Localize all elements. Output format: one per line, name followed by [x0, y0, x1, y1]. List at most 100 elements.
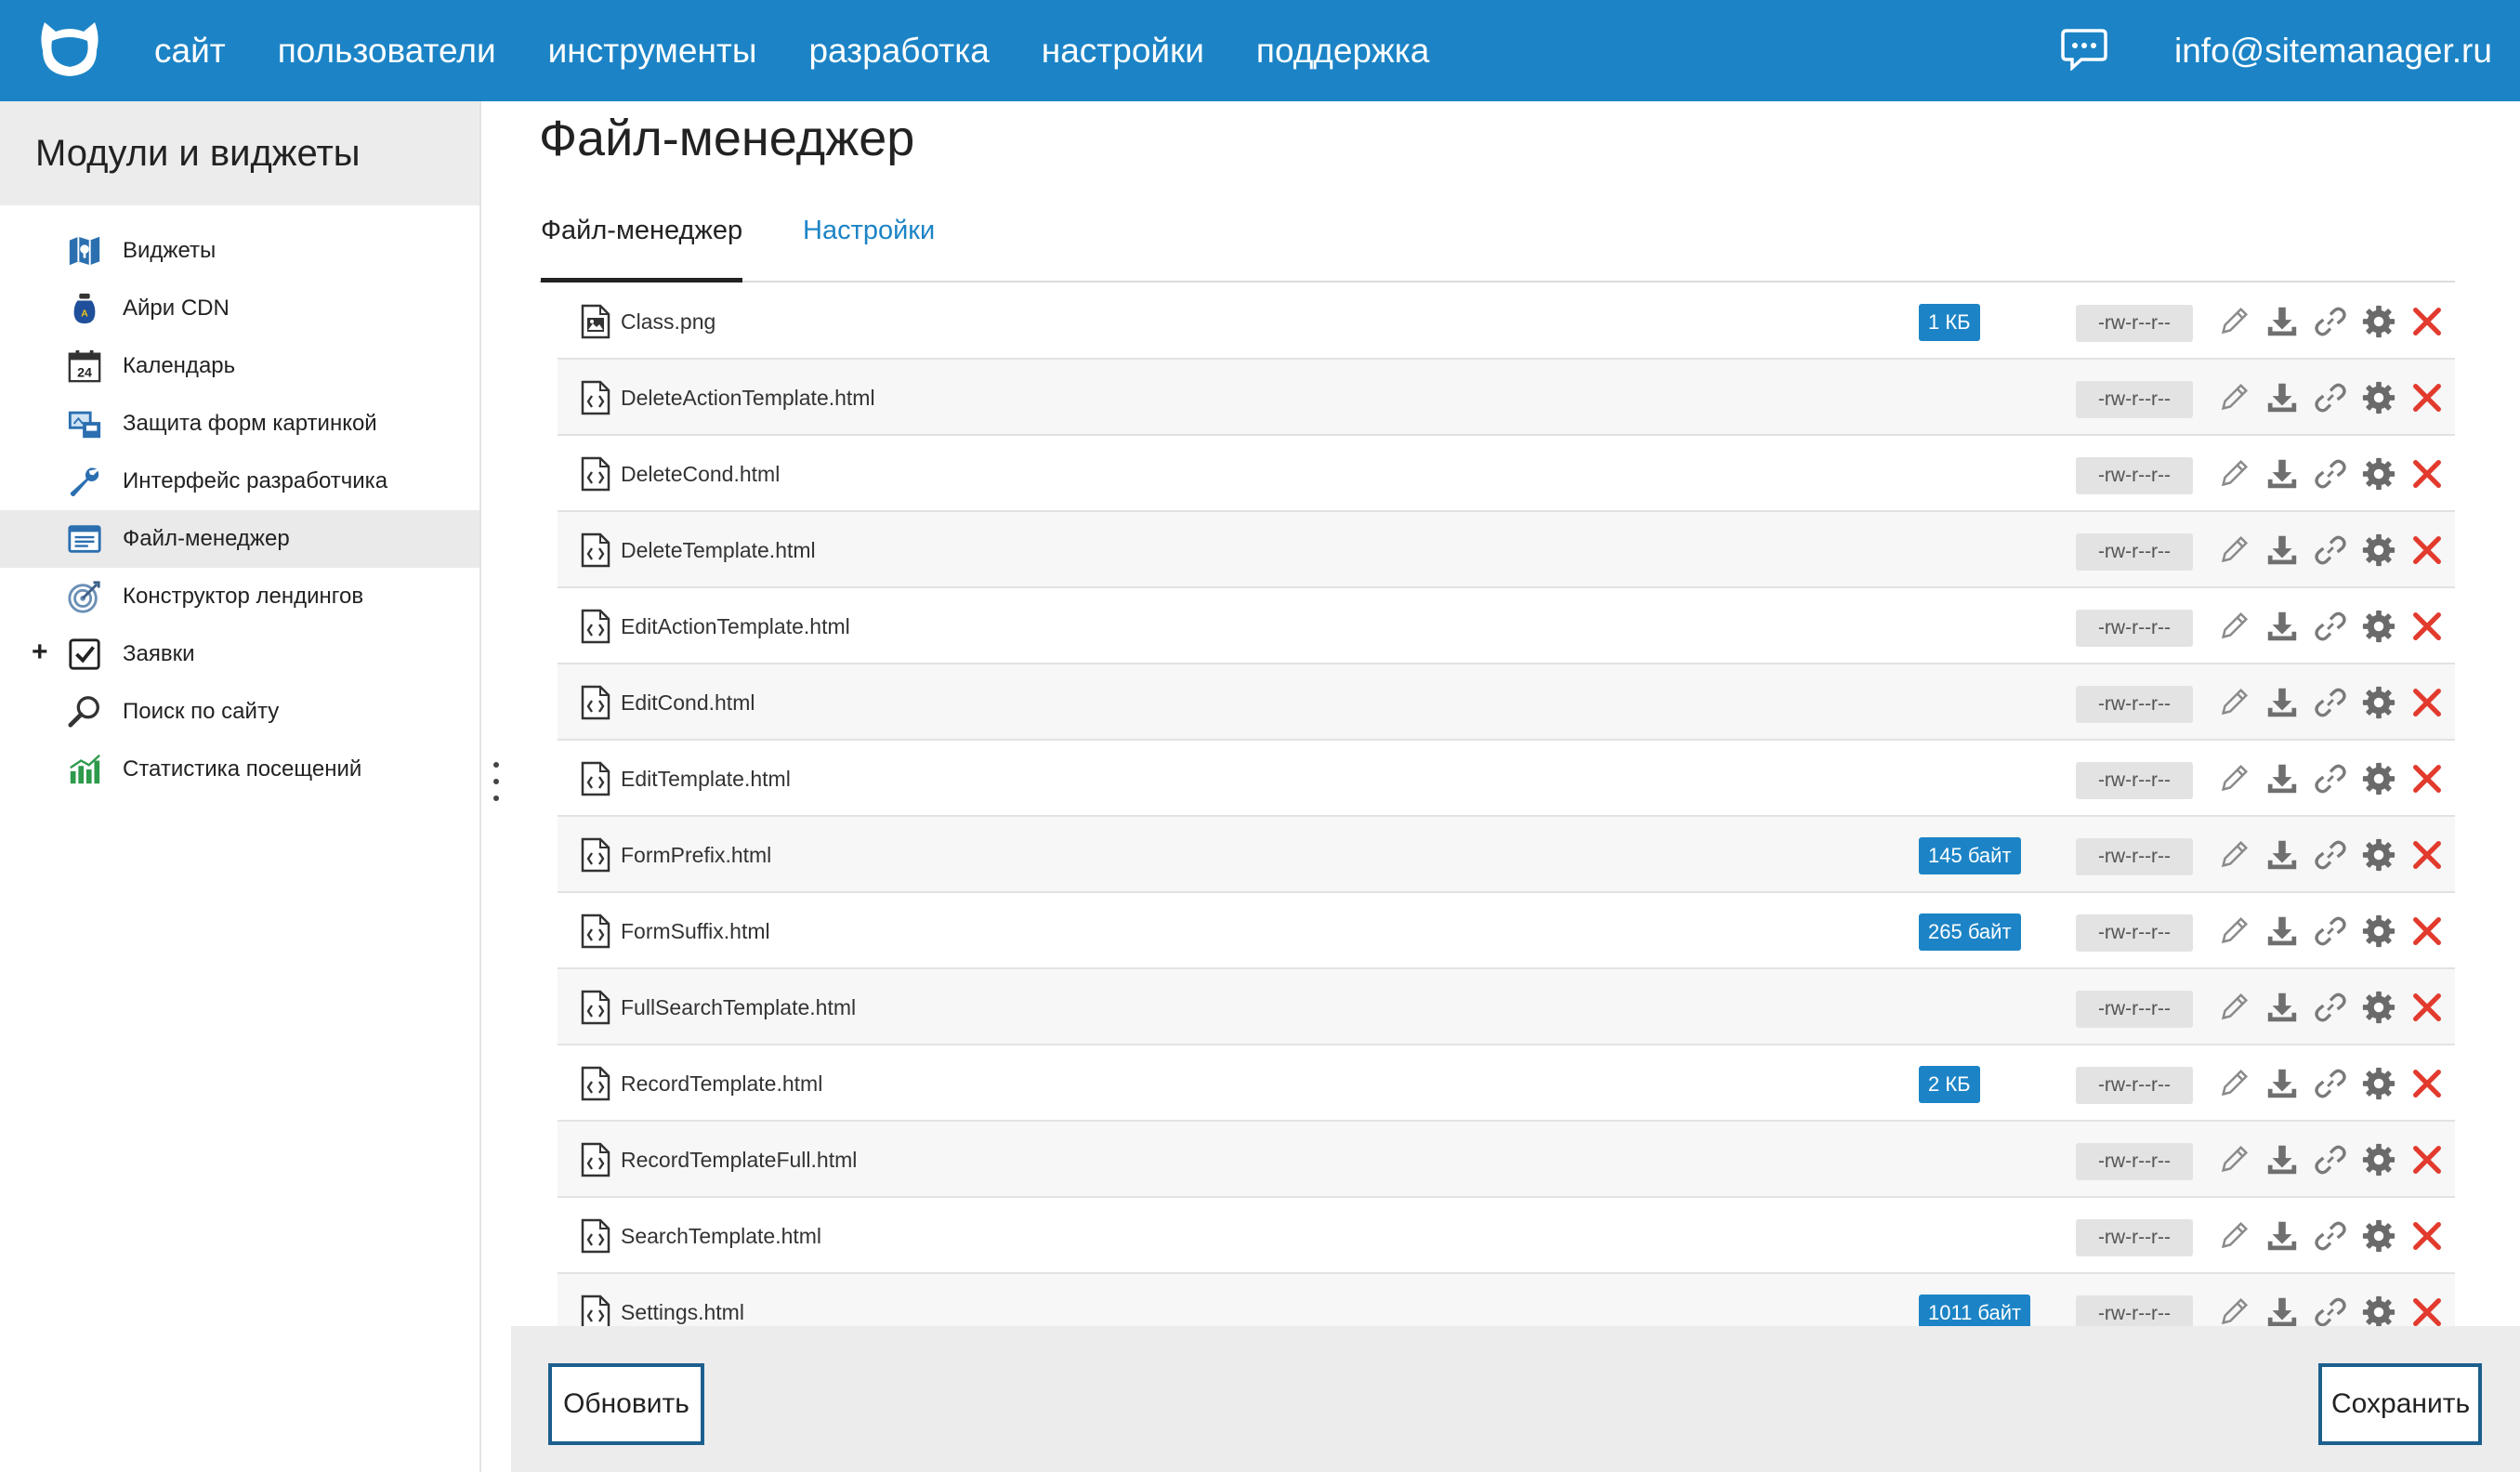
pencil-icon[interactable]	[2215, 835, 2252, 874]
gear-icon[interactable]	[2360, 607, 2397, 646]
file-permissions-badge[interactable]: -rw-r--r--	[2076, 381, 2193, 418]
link-icon[interactable]	[2312, 683, 2349, 722]
delete-x-icon[interactable]	[2408, 1064, 2446, 1103]
file-row[interactable]: FormSuffix.html 265 байт -rw-r--r--	[558, 893, 2455, 969]
gear-icon[interactable]	[2360, 988, 2397, 1027]
delete-x-icon[interactable]	[2408, 454, 2446, 493]
link-icon[interactable]	[2312, 531, 2349, 570]
gear-icon[interactable]	[2360, 912, 2397, 951]
download-icon[interactable]	[2264, 1140, 2301, 1179]
download-icon[interactable]	[2264, 759, 2301, 798]
gear-icon[interactable]	[2360, 759, 2397, 798]
gear-icon[interactable]	[2360, 1140, 2397, 1179]
download-icon[interactable]	[2264, 378, 2301, 417]
link-icon[interactable]	[2312, 302, 2349, 341]
sidebar-item-0[interactable]: Виджеты	[0, 222, 479, 280]
file-name[interactable]: EditTemplate.html	[621, 741, 791, 817]
nav-item-1[interactable]: пользователи	[278, 32, 496, 71]
file-row[interactable]: EditActionTemplate.html -rw-r--r--	[558, 588, 2455, 664]
sidebar-item-1[interactable]: A Айри CDN	[0, 280, 479, 337]
sidebar-item-5[interactable]: Файл-менеджер	[0, 510, 479, 568]
link-icon[interactable]	[2312, 607, 2349, 646]
download-icon[interactable]	[2264, 912, 2301, 951]
download-icon[interactable]	[2264, 1293, 2301, 1326]
download-icon[interactable]	[2264, 988, 2301, 1027]
nav-item-3[interactable]: разработка	[808, 32, 989, 71]
file-name[interactable]: FullSearchTemplate.html	[621, 969, 856, 1045]
sidebar-item-9[interactable]: Статистика посещений	[0, 741, 479, 798]
delete-x-icon[interactable]	[2408, 302, 2446, 341]
delete-x-icon[interactable]	[2408, 683, 2446, 722]
link-icon[interactable]	[2312, 1140, 2349, 1179]
delete-x-icon[interactable]	[2408, 531, 2446, 570]
gear-icon[interactable]	[2360, 531, 2397, 570]
gear-icon[interactable]	[2360, 454, 2397, 493]
pencil-icon[interactable]	[2215, 1216, 2252, 1255]
pencil-icon[interactable]	[2215, 683, 2252, 722]
file-name[interactable]: DeleteActionTemplate.html	[621, 360, 875, 436]
pencil-icon[interactable]	[2215, 759, 2252, 798]
file-permissions-badge[interactable]: -rw-r--r--	[2076, 1295, 2193, 1326]
file-permissions-badge[interactable]: -rw-r--r--	[2076, 610, 2193, 647]
sidebar-item-7[interactable]: + Заявки	[0, 625, 479, 683]
sidebar-item-8[interactable]: Поиск по сайту	[0, 683, 479, 741]
file-row[interactable]: RecordTemplate.html 2 КБ -rw-r--r--	[558, 1045, 2455, 1122]
file-permissions-badge[interactable]: -rw-r--r--	[2076, 305, 2193, 342]
tab-file-manager[interactable]: Файл-менеджер	[541, 199, 743, 283]
file-name[interactable]: RecordTemplateFull.html	[621, 1122, 857, 1198]
sidebar-item-6[interactable]: Конструктор лендингов	[0, 568, 479, 625]
file-row[interactable]: DeleteCond.html -rw-r--r--	[558, 436, 2455, 512]
gear-icon[interactable]	[2360, 1293, 2397, 1326]
file-name[interactable]: DeleteCond.html	[621, 436, 780, 512]
file-row[interactable]: DeleteTemplate.html -rw-r--r--	[558, 512, 2455, 588]
delete-x-icon[interactable]	[2408, 607, 2446, 646]
delete-x-icon[interactable]	[2408, 912, 2446, 951]
file-row[interactable]: Class.png 1 КБ -rw-r--r--	[558, 283, 2455, 360]
pencil-icon[interactable]	[2215, 912, 2252, 951]
link-icon[interactable]	[2312, 988, 2349, 1027]
download-icon[interactable]	[2264, 683, 2301, 722]
pencil-icon[interactable]	[2215, 1064, 2252, 1103]
delete-x-icon[interactable]	[2408, 1140, 2446, 1179]
expand-plus-icon[interactable]: +	[32, 638, 48, 666]
file-name[interactable]: RecordTemplate.html	[621, 1045, 822, 1122]
gear-icon[interactable]	[2360, 302, 2397, 341]
tab-settings[interactable]: Настройки	[803, 199, 935, 283]
download-icon[interactable]	[2264, 454, 2301, 493]
delete-x-icon[interactable]	[2408, 835, 2446, 874]
download-icon[interactable]	[2264, 531, 2301, 570]
pencil-icon[interactable]	[2215, 1293, 2252, 1326]
nav-item-0[interactable]: сайт	[154, 32, 226, 71]
nav-item-5[interactable]: поддержка	[1256, 32, 1429, 71]
link-icon[interactable]	[2312, 1216, 2349, 1255]
file-permissions-badge[interactable]: -rw-r--r--	[2076, 457, 2193, 494]
file-permissions-badge[interactable]: -rw-r--r--	[2076, 991, 2193, 1028]
file-name[interactable]: FormPrefix.html	[621, 817, 771, 893]
chat-bubble-icon[interactable]	[2061, 28, 2107, 71]
download-icon[interactable]	[2264, 835, 2301, 874]
link-icon[interactable]	[2312, 454, 2349, 493]
file-row[interactable]: FullSearchTemplate.html -rw-r--r--	[558, 969, 2455, 1045]
sidebar-item-2[interactable]: 24 Календарь	[0, 337, 479, 395]
download-icon[interactable]	[2264, 1216, 2301, 1255]
file-permissions-badge[interactable]: -rw-r--r--	[2076, 686, 2193, 723]
file-name[interactable]: Class.png	[621, 283, 715, 360]
file-permissions-badge[interactable]: -rw-r--r--	[2076, 1067, 2193, 1104]
download-icon[interactable]	[2264, 1064, 2301, 1103]
gear-icon[interactable]	[2360, 1216, 2397, 1255]
pencil-icon[interactable]	[2215, 607, 2252, 646]
refresh-button[interactable]: Обновить	[548, 1363, 704, 1445]
pencil-icon[interactable]	[2215, 302, 2252, 341]
pencil-icon[interactable]	[2215, 531, 2252, 570]
sidebar-item-4[interactable]: Интерфейс разработчика	[0, 453, 479, 510]
file-name[interactable]: FormSuffix.html	[621, 893, 770, 969]
file-row[interactable]: EditTemplate.html -rw-r--r--	[558, 741, 2455, 817]
delete-x-icon[interactable]	[2408, 1293, 2446, 1326]
file-permissions-badge[interactable]: -rw-r--r--	[2076, 762, 2193, 799]
download-icon[interactable]	[2264, 607, 2301, 646]
link-icon[interactable]	[2312, 378, 2349, 417]
file-permissions-badge[interactable]: -rw-r--r--	[2076, 533, 2193, 571]
link-icon[interactable]	[2312, 835, 2349, 874]
link-icon[interactable]	[2312, 1293, 2349, 1326]
download-icon[interactable]	[2264, 302, 2301, 341]
